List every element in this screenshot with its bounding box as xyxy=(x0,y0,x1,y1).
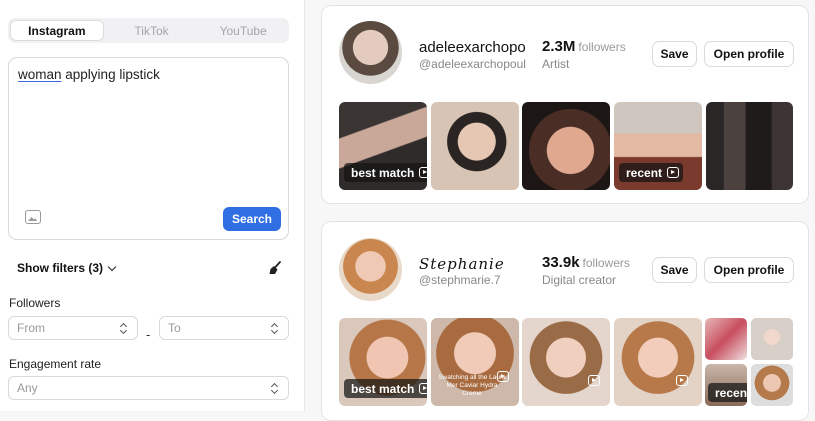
avatar[interactable] xyxy=(339,238,402,301)
platform-tabs: Instagram TikTok YouTube xyxy=(8,18,289,43)
open-profile-button[interactable]: Open profile xyxy=(704,41,794,67)
avatar[interactable] xyxy=(339,21,402,84)
creator-card[interactable]: adeleexarchopoulos @adeleexarchopoulos 2… xyxy=(321,5,809,204)
open-profile-button[interactable]: Open profile xyxy=(704,257,794,283)
creator-handle: @stephmarie.7 xyxy=(419,273,501,287)
post-thumbnail[interactable]: recent xyxy=(705,364,747,406)
engagement-label: Engagement rate xyxy=(9,357,102,371)
creator-name[interactable]: adeleexarchopoulos xyxy=(419,39,526,56)
show-filters-toggle[interactable]: Show filters (3) xyxy=(17,261,117,275)
search-input[interactable]: woman applying lipstick Search xyxy=(8,57,289,240)
thumb-tag: recent xyxy=(619,163,684,182)
reel-icon xyxy=(667,167,680,178)
post-thumbnail[interactable]: best match xyxy=(339,102,427,190)
follower-count: 2.3M followers xyxy=(542,38,626,55)
search-button[interactable]: Search xyxy=(223,207,281,231)
post-thumbnail[interactable] xyxy=(522,318,610,406)
show-filters-label: Show filters (3) xyxy=(17,261,104,275)
reel-icon xyxy=(497,371,509,382)
post-thumbnail[interactable] xyxy=(751,364,793,406)
reel-icon xyxy=(676,375,688,386)
creator-role: Artist xyxy=(542,57,570,71)
image-upload-icon[interactable] xyxy=(25,210,41,224)
post-thumbnail[interactable]: recent xyxy=(614,102,702,190)
clear-filters-icon[interactable] xyxy=(268,261,282,275)
post-thumbnail[interactable] xyxy=(751,318,793,360)
post-thumbnail[interactable]: Swatching all the Laura Mer Caviar Hydra… xyxy=(431,318,519,406)
creator-card[interactable]: Stephanie @stephmarie.7 33.9k followers D… xyxy=(321,221,809,421)
thumb-tag: best match xyxy=(344,379,427,398)
follower-count: 33.9k followers xyxy=(542,254,630,271)
thumb-tag: best match xyxy=(344,163,427,182)
followers-to-select[interactable]: To xyxy=(159,316,289,340)
chevron-down-icon xyxy=(107,262,117,271)
updown-icon xyxy=(121,323,127,334)
query-text: applying lipstick xyxy=(61,67,160,82)
updown-icon xyxy=(272,383,278,394)
post-thumbnail[interactable] xyxy=(614,318,702,406)
followers-to-value: To xyxy=(168,321,181,335)
updown-icon xyxy=(272,323,278,334)
query-highlight: woman xyxy=(18,67,62,82)
search-panel: Instagram TikTok YouTube woman applying … xyxy=(0,0,305,411)
tab-tiktok[interactable]: TikTok xyxy=(106,18,198,43)
reel-icon xyxy=(419,383,427,394)
tab-youtube[interactable]: YouTube xyxy=(197,18,289,43)
reel-icon xyxy=(588,375,600,386)
tab-instagram[interactable]: Instagram xyxy=(10,20,104,41)
range-separator: - xyxy=(146,327,151,342)
followers-from-value: From xyxy=(17,321,45,335)
engagement-value: Any xyxy=(17,381,38,395)
engagement-select[interactable]: Any xyxy=(8,376,289,400)
followers-from-select[interactable]: From xyxy=(8,316,138,340)
save-button[interactable]: Save xyxy=(652,41,697,67)
reel-icon xyxy=(419,167,427,178)
post-thumbnail[interactable] xyxy=(705,318,747,360)
creator-handle: @adeleexarchopoulos xyxy=(419,57,526,71)
post-thumbnail[interactable]: best match xyxy=(339,318,427,406)
post-thumbnail[interactable] xyxy=(522,102,610,190)
thumb-tag: recent xyxy=(708,383,747,402)
save-button[interactable]: Save xyxy=(652,257,697,283)
followers-label: Followers xyxy=(9,296,61,310)
post-thumbnail[interactable] xyxy=(706,102,793,190)
creator-role: Digital creator xyxy=(542,273,617,287)
search-query: woman applying lipstick xyxy=(18,67,160,82)
post-thumbnail[interactable] xyxy=(431,102,519,190)
creator-name[interactable]: Stephanie xyxy=(419,255,526,273)
